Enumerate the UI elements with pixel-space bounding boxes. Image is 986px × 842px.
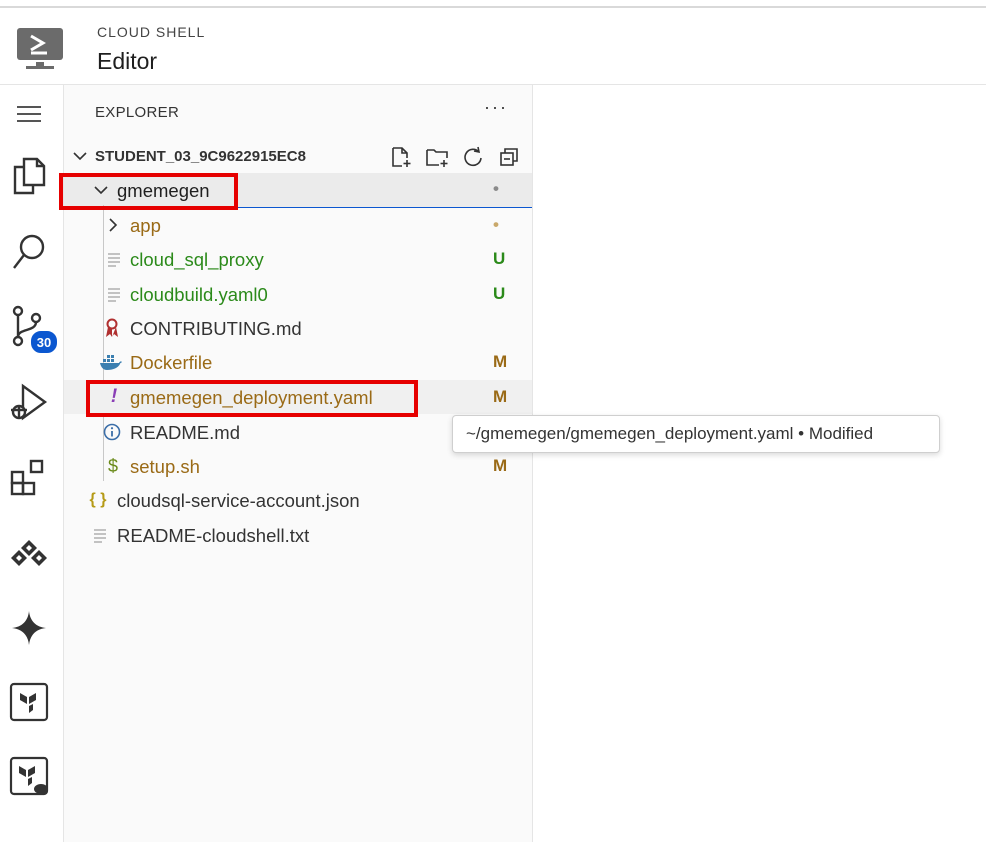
page-title: Editor [97,48,158,74]
dollar-icon: $ [107,455,118,476]
status-dot: • [493,179,499,198]
source-control-badge: 30 [30,330,58,354]
file-lines-icon [90,525,110,545]
status-dot: • [493,215,499,234]
status-untracked: U [493,249,506,268]
info-icon [102,422,122,442]
status-modified: M [493,352,508,371]
status-modified: M [493,387,508,406]
terraform-icon[interactable] [6,679,52,725]
tree-file-readme-cloudshell[interactable]: README-cloudshell.txt [64,518,532,552]
collapse-all-icon[interactable] [496,145,522,169]
file-tooltip: ~/gmemegen/gmemegen_deployment.yaml • Mo… [452,415,940,453]
chevron-right-icon [103,215,123,235]
extensions-icon[interactable] [6,455,52,501]
workspace-root[interactable]: STUDENT_03_9C9622915EC8 [64,141,532,173]
status-untracked: U [493,284,506,303]
ribbon-icon [102,318,122,338]
tree-item-label: CONTRIBUTING.md [130,318,302,339]
activity-bar: 30 [0,85,64,842]
tree-item-label: Dockerfile [130,352,213,373]
header-subtitle: CLOUD SHELL [97,24,206,40]
docker-icon [99,352,123,372]
search-icon[interactable] [6,229,52,275]
highlight-box-gmemegen [59,173,238,210]
tree-file-cloudsql-json[interactable]: { } cloudsql-service-account.json [64,483,532,517]
more-actions-icon[interactable]: ··· [484,97,508,118]
gemini-sparkle-icon[interactable] [6,605,52,651]
cloud-code-icon[interactable] [6,531,52,577]
explorer-icon[interactable] [6,153,52,199]
tree-file-cloud-sql-proxy[interactable]: cloud_sql_proxy U [64,242,532,276]
file-lines-icon [104,284,124,304]
new-file-icon[interactable] [388,145,414,169]
workspace-root-label: STUDENT_03_9C9622915EC8 [95,148,306,165]
tree-item-label: cloud_sql_proxy [130,249,264,270]
root-actions [388,145,522,169]
tree-item-label: cloudbuild.yaml0 [130,284,268,305]
tree-file-dockerfile[interactable]: Dockerfile M [64,345,532,379]
highlight-box-deployment [86,380,418,417]
source-control-icon[interactable]: 30 [6,303,58,354]
tree-item-label: setup.sh [130,456,200,477]
new-folder-icon[interactable] [424,145,450,169]
tree-folder-app[interactable]: app • [64,208,532,242]
status-modified: M [493,456,508,475]
chevron-down-icon [72,148,88,169]
tree-file-contributing[interactable]: CONTRIBUTING.md [64,311,532,345]
menu-icon[interactable] [6,91,52,137]
file-lines-icon [104,249,124,269]
tree-file-setup-sh[interactable]: $ setup.sh M [64,449,532,483]
header: CLOUD SHELL Editor [0,8,986,85]
tree-file-cloudbuild[interactable]: cloudbuild.yaml0 U [64,277,532,311]
tree-item-label: README-cloudshell.txt [117,525,310,546]
terraform-cloud-icon[interactable] [6,753,52,799]
json-braces-icon: { } [89,491,107,508]
tree-item-label: app [130,215,161,236]
tree-item-label: README.md [130,422,240,443]
cloud-shell-logo-icon [16,26,64,72]
tree-item-label: cloudsql-service-account.json [117,490,360,511]
run-debug-icon[interactable] [6,381,52,427]
explorer-title: EXPLORER [95,104,180,121]
refresh-icon[interactable] [460,145,486,169]
